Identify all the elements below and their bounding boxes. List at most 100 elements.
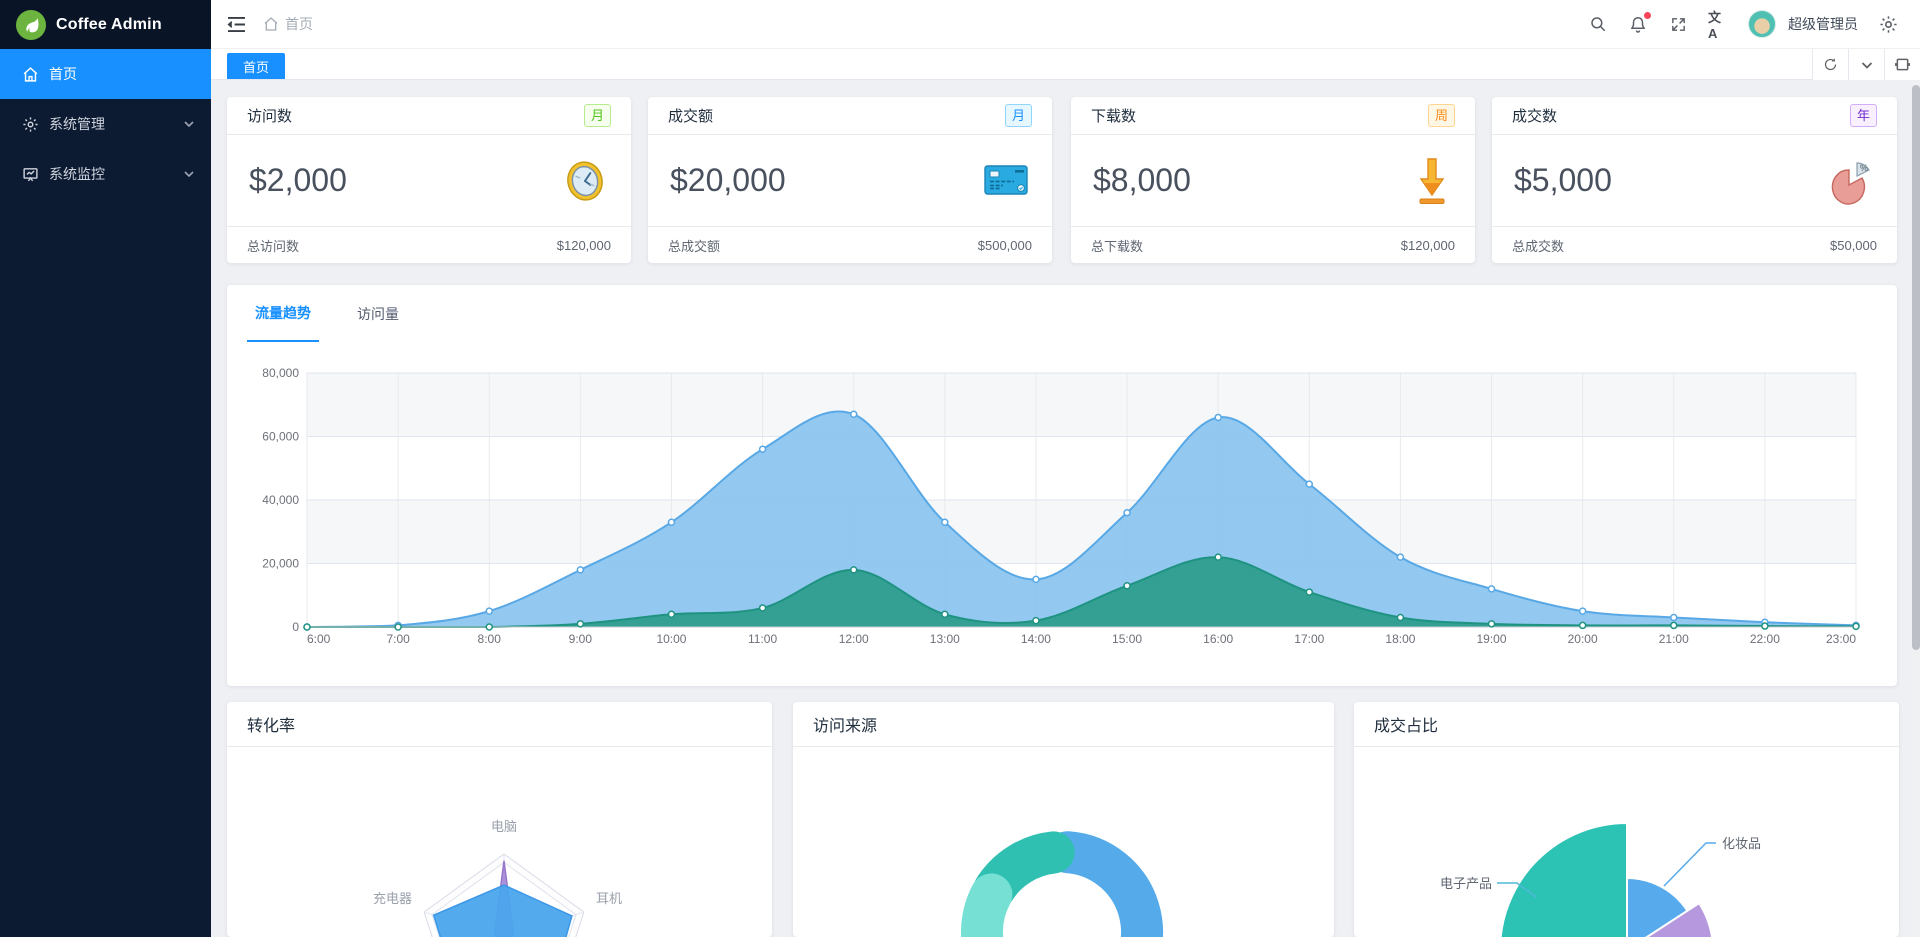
tabs-bar: 首页 — [211, 49, 1920, 80]
brand-title: Coffee Admin — [56, 15, 162, 33]
sidebar-item-system-admin[interactable]: 系统管理 — [0, 99, 211, 149]
vertical-scrollbar[interactable] — [1912, 80, 1920, 937]
radar-indicator-label: 电脑 — [491, 819, 517, 834]
stat-card-visits: 访问数 月 $2,000 总访问数 $120,000 — [227, 97, 631, 263]
x-axis-label: 12:00 — [839, 632, 869, 646]
data-point-marker — [576, 620, 585, 628]
data-point-marker — [1305, 588, 1314, 596]
stat-value: $5,000 — [1514, 162, 1612, 198]
status-badge: 年 — [1849, 104, 1877, 127]
x-axis-label: 22:00 — [1750, 632, 1780, 646]
data-point-marker — [1396, 613, 1405, 622]
y-axis-label: 0 — [292, 620, 299, 634]
data-point-marker — [1123, 581, 1131, 590]
deal-share-pie-chart[interactable]: 化妆品电子产品 — [1354, 747, 1899, 937]
download-icon — [1411, 155, 1453, 207]
data-point-marker — [1305, 480, 1314, 488]
traffic-trend-card: 流量趋势 访问量 0 20,000 40,000 60,000 80,000 6:00 7:… — [227, 285, 1897, 686]
data-point-marker — [941, 610, 949, 619]
stat-card-downloads: 下载数 周 $8,000 总下载数 $120,000 — [1071, 97, 1475, 263]
card-title: 成交占比 — [1374, 718, 1439, 735]
stat-card-deals: 成交数 年 $5,000 % 总成交数 $50,000 — [1492, 97, 1897, 263]
status-badge: 周 — [1427, 104, 1455, 127]
menu-fold-icon[interactable] — [223, 11, 249, 37]
sidebar-item-label: 首页 — [49, 66, 77, 82]
donut-segment[interactable] — [961, 873, 1013, 937]
radar-indicator-label: 充电器 — [373, 891, 412, 906]
breadcrumb[interactable]: 首页 — [263, 14, 313, 34]
data-point-marker — [1214, 413, 1222, 422]
sidebar-item-system-monitor[interactable]: 系统监控 — [0, 149, 211, 199]
stat-title: 成交数 — [1512, 108, 1558, 125]
data-point-marker — [667, 610, 676, 619]
data-point-marker — [1670, 613, 1678, 622]
gear-icon — [23, 116, 38, 132]
visit-source-donut-chart[interactable] — [793, 747, 1334, 937]
refresh-icon[interactable] — [1812, 49, 1848, 80]
avatar[interactable] — [1748, 10, 1776, 38]
stat-value: $8,000 — [1093, 162, 1191, 198]
bell-icon[interactable] — [1628, 12, 1651, 34]
conversion-rate-card: 转化率 电脑 耳机 充电器 — [227, 702, 772, 937]
monitor-icon — [23, 167, 38, 181]
tab-controls — [1812, 49, 1920, 80]
traffic-trend-chart[interactable]: 0 20,000 40,000 60,000 80,000 6:00 7:00 8:00 9:0… — [227, 342, 1897, 686]
data-point-marker — [1670, 621, 1678, 630]
clock-icon — [561, 156, 609, 206]
pie-label: 电子产品 — [1440, 876, 1492, 891]
data-point-marker — [1214, 553, 1222, 561]
data-point-marker — [1761, 622, 1769, 630]
stat-value: $20,000 — [670, 162, 786, 198]
data-point-marker — [1396, 553, 1405, 561]
pie-slice[interactable] — [1499, 821, 1628, 937]
data-point-marker — [1487, 585, 1496, 593]
leaf-logo-icon — [16, 9, 46, 40]
sidebar-item-home[interactable]: 首页 — [0, 49, 211, 99]
home-icon — [23, 66, 38, 82]
stat-card-turnover: 成交额 月 $20,000 总成交额 $500,000 — [648, 97, 1052, 263]
svg-text:%: % — [1860, 163, 1868, 173]
settings-gear-icon[interactable] — [1878, 14, 1898, 34]
tab-home[interactable]: 首页 — [227, 53, 286, 79]
data-point-marker — [1487, 620, 1496, 628]
sidebar: Coffee Admin 首页 系统管理 系统监控 — [0, 0, 211, 937]
stat-footer-label: 总成交额 — [668, 238, 721, 254]
conversion-radar-chart[interactable]: 电脑耳机 充电器 — [227, 747, 772, 937]
tab-visit-volume[interactable]: 访问量 — [349, 285, 407, 342]
donut-segment[interactable] — [1046, 831, 1163, 937]
x-axis-label: 19:00 — [1477, 632, 1507, 646]
maximize-icon[interactable] — [1884, 49, 1920, 80]
data-point-marker — [941, 518, 949, 526]
data-point-marker — [576, 566, 585, 574]
breadcrumb-home-icon — [264, 17, 278, 31]
translate-icon[interactable]: 文A — [1708, 10, 1728, 41]
breadcrumb-label: 首页 — [285, 16, 313, 32]
x-axis-label: 7:00 — [386, 632, 410, 646]
data-point-marker — [1032, 575, 1040, 584]
logo-bar: Coffee Admin — [0, 0, 211, 49]
search-icon[interactable] — [1588, 14, 1608, 34]
sidebar-item-label: 系统管理 — [49, 116, 105, 132]
x-axis-label: 15:00 — [1112, 632, 1142, 646]
fullscreen-icon[interactable] — [1668, 14, 1688, 34]
stat-footer-value: $120,000 — [1400, 237, 1455, 253]
username[interactable]: 超级管理员 — [1788, 14, 1858, 34]
pie-percent-icon: % — [1829, 156, 1875, 206]
data-point-marker — [394, 623, 402, 631]
x-axis-label: 14:00 — [1021, 632, 1051, 646]
stat-footer-label: 总访问数 — [247, 238, 300, 254]
data-point-marker — [758, 445, 767, 453]
sidebar-item-label: 系统监控 — [49, 166, 105, 182]
x-axis-label: 9:00 — [569, 632, 593, 646]
data-point-marker — [849, 566, 858, 574]
tab-traffic-trend[interactable]: 流量趋势 — [247, 285, 319, 342]
pie-label: 化妆品 — [1722, 836, 1761, 851]
x-axis-label: 21:00 — [1659, 632, 1689, 646]
dashboard-page: Coffee Admin 首页 系统管理 系统监控 首页 文A 超级管理员 首页… — [0, 0, 1920, 937]
label-connector-line — [1663, 842, 1716, 887]
x-axis-label: 11:00 — [748, 632, 777, 646]
x-axis-label: 8:00 — [478, 632, 502, 646]
stat-footer-value: $50,000 — [1830, 237, 1877, 253]
tab-chevron-down-icon[interactable] — [1848, 49, 1884, 80]
scrollbar-thumb[interactable] — [1912, 85, 1920, 650]
